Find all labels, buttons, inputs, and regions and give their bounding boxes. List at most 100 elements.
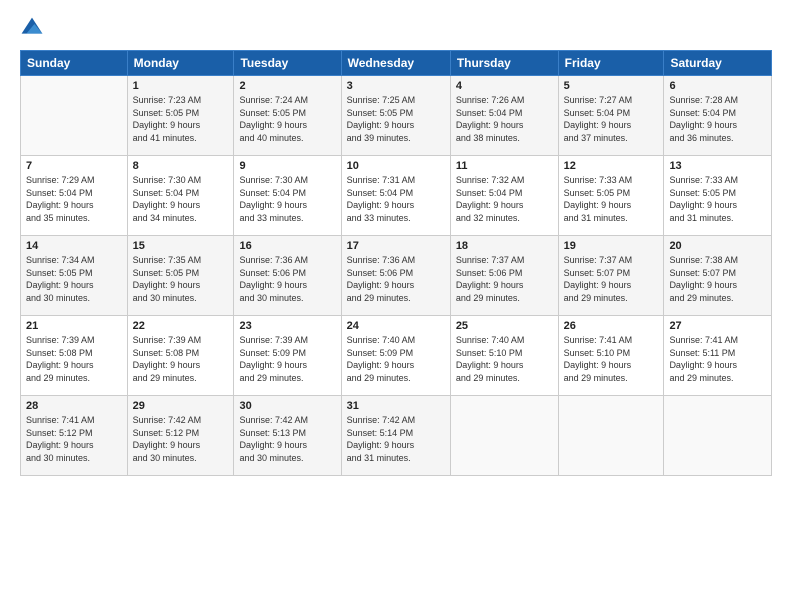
day-number: 1 xyxy=(133,80,229,92)
calendar-cell xyxy=(664,396,772,476)
day-number: 30 xyxy=(239,400,335,412)
day-number: 19 xyxy=(564,240,659,252)
day-info: Sunrise: 7:30 AM Sunset: 5:04 PM Dayligh… xyxy=(133,174,229,224)
day-info: Sunrise: 7:42 AM Sunset: 5:13 PM Dayligh… xyxy=(239,414,335,464)
day-number: 9 xyxy=(239,160,335,172)
day-info: Sunrise: 7:27 AM Sunset: 5:04 PM Dayligh… xyxy=(564,94,659,144)
day-number: 8 xyxy=(133,160,229,172)
calendar-cell: 1 Sunrise: 7:23 AM Sunset: 5:05 PM Daylig… xyxy=(127,76,234,156)
day-info: Sunrise: 7:40 AM Sunset: 5:09 PM Dayligh… xyxy=(347,334,445,384)
day-info: Sunrise: 7:42 AM Sunset: 5:14 PM Dayligh… xyxy=(347,414,445,464)
calendar-cell: 28Sunrise: 7:41 AM Sunset: 5:12 PM Dayli… xyxy=(21,396,128,476)
calendar-cell: 26Sunrise: 7:41 AM Sunset: 5:10 PM Dayli… xyxy=(558,316,664,396)
calendar-cell: 7 Sunrise: 7:29 AM Sunset: 5:04 PM Daylig… xyxy=(21,156,128,236)
calendar-cell: 14Sunrise: 7:34 AM Sunset: 5:05 PM Dayli… xyxy=(21,236,128,316)
day-info: Sunrise: 7:39 AM Sunset: 5:08 PM Dayligh… xyxy=(26,334,122,384)
day-number: 24 xyxy=(347,320,445,332)
day-number: 5 xyxy=(564,80,659,92)
day-info: Sunrise: 7:40 AM Sunset: 5:10 PM Dayligh… xyxy=(456,334,553,384)
day-info: Sunrise: 7:29 AM Sunset: 5:04 PM Dayligh… xyxy=(26,174,122,224)
day-info: Sunrise: 7:37 AM Sunset: 5:07 PM Dayligh… xyxy=(564,254,659,304)
day-info: Sunrise: 7:38 AM Sunset: 5:07 PM Dayligh… xyxy=(669,254,766,304)
day-number: 6 xyxy=(669,80,766,92)
day-number: 2 xyxy=(239,80,335,92)
day-info: Sunrise: 7:25 AM Sunset: 5:05 PM Dayligh… xyxy=(347,94,445,144)
day-info: Sunrise: 7:37 AM Sunset: 5:06 PM Dayligh… xyxy=(456,254,553,304)
calendar-cell: 27Sunrise: 7:41 AM Sunset: 5:11 PM Dayli… xyxy=(664,316,772,396)
calendar-cell: 4Sunrise: 7:26 AM Sunset: 5:04 PM Daylig… xyxy=(450,76,558,156)
col-header-tuesday: Tuesday xyxy=(234,51,341,76)
calendar-cell: 29 Sunrise: 7:42 AM Sunset: 5:12 PM Dayli… xyxy=(127,396,234,476)
calendar-week-4: 21 Sunrise: 7:39 AM Sunset: 5:08 PM Dayli… xyxy=(21,316,772,396)
day-number: 23 xyxy=(239,320,335,332)
day-info: Sunrise: 7:31 AM Sunset: 5:04 PM Dayligh… xyxy=(347,174,445,224)
col-header-monday: Monday xyxy=(127,51,234,76)
day-number: 26 xyxy=(564,320,659,332)
calendar-table: SundayMondayTuesdayWednesdayThursdayFrid… xyxy=(20,50,772,476)
day-number: 16 xyxy=(239,240,335,252)
day-number: 10 xyxy=(347,160,445,172)
day-info: Sunrise: 7:32 AM Sunset: 5:04 PM Dayligh… xyxy=(456,174,553,224)
calendar-week-5: 28Sunrise: 7:41 AM Sunset: 5:12 PM Dayli… xyxy=(21,396,772,476)
day-number: 25 xyxy=(456,320,553,332)
col-header-friday: Friday xyxy=(558,51,664,76)
calendar-cell: 9 Sunrise: 7:30 AM Sunset: 5:04 PM Daylig… xyxy=(234,156,341,236)
day-info: Sunrise: 7:36 AM Sunset: 5:06 PM Dayligh… xyxy=(347,254,445,304)
calendar-cell: 17 Sunrise: 7:36 AM Sunset: 5:06 PM Dayli… xyxy=(341,236,450,316)
calendar-cell: 15Sunrise: 7:35 AM Sunset: 5:05 PM Dayli… xyxy=(127,236,234,316)
day-number: 21 xyxy=(26,320,122,332)
calendar-week-3: 14Sunrise: 7:34 AM Sunset: 5:05 PM Dayli… xyxy=(21,236,772,316)
calendar-week-1: 1 Sunrise: 7:23 AM Sunset: 5:05 PM Daylig… xyxy=(21,76,772,156)
day-info: Sunrise: 7:28 AM Sunset: 5:04 PM Dayligh… xyxy=(669,94,766,144)
day-info: Sunrise: 7:33 AM Sunset: 5:05 PM Dayligh… xyxy=(669,174,766,224)
day-number: 18 xyxy=(456,240,553,252)
day-number: 3 xyxy=(347,80,445,92)
day-number: 11 xyxy=(456,160,553,172)
day-number: 14 xyxy=(26,240,122,252)
calendar-cell: 11 Sunrise: 7:32 AM Sunset: 5:04 PM Dayli… xyxy=(450,156,558,236)
day-number: 20 xyxy=(669,240,766,252)
calendar-week-2: 7 Sunrise: 7:29 AM Sunset: 5:04 PM Daylig… xyxy=(21,156,772,236)
day-number: 27 xyxy=(669,320,766,332)
col-header-wednesday: Wednesday xyxy=(341,51,450,76)
calendar-cell: 13 Sunrise: 7:33 AM Sunset: 5:05 PM Dayli… xyxy=(664,156,772,236)
day-info: Sunrise: 7:39 AM Sunset: 5:09 PM Dayligh… xyxy=(239,334,335,384)
day-number: 17 xyxy=(347,240,445,252)
calendar-cell: 20 Sunrise: 7:38 AM Sunset: 5:07 PM Dayli… xyxy=(664,236,772,316)
calendar-cell: 6 Sunrise: 7:28 AM Sunset: 5:04 PM Daylig… xyxy=(664,76,772,156)
col-header-saturday: Saturday xyxy=(664,51,772,76)
logo xyxy=(20,16,48,40)
calendar-cell xyxy=(558,396,664,476)
calendar-cell: 12 Sunrise: 7:33 AM Sunset: 5:05 PM Dayli… xyxy=(558,156,664,236)
day-info: Sunrise: 7:33 AM Sunset: 5:05 PM Dayligh… xyxy=(564,174,659,224)
page: SundayMondayTuesdayWednesdayThursdayFrid… xyxy=(0,0,792,612)
calendar-cell xyxy=(450,396,558,476)
day-info: Sunrise: 7:39 AM Sunset: 5:08 PM Dayligh… xyxy=(133,334,229,384)
calendar-cell: 18 Sunrise: 7:37 AM Sunset: 5:06 PM Dayli… xyxy=(450,236,558,316)
day-info: Sunrise: 7:23 AM Sunset: 5:05 PM Dayligh… xyxy=(133,94,229,144)
day-number: 12 xyxy=(564,160,659,172)
calendar-cell: 23 Sunrise: 7:39 AM Sunset: 5:09 PM Dayli… xyxy=(234,316,341,396)
calendar-cell xyxy=(21,76,128,156)
calendar-cell: 31Sunrise: 7:42 AM Sunset: 5:14 PM Dayli… xyxy=(341,396,450,476)
day-info: Sunrise: 7:42 AM Sunset: 5:12 PM Dayligh… xyxy=(133,414,229,464)
logo-icon xyxy=(20,16,44,40)
col-header-sunday: Sunday xyxy=(21,51,128,76)
calendar-header-row: SundayMondayTuesdayWednesdayThursdayFrid… xyxy=(21,51,772,76)
day-number: 7 xyxy=(26,160,122,172)
calendar-cell: 10 Sunrise: 7:31 AM Sunset: 5:04 PM Dayli… xyxy=(341,156,450,236)
day-info: Sunrise: 7:36 AM Sunset: 5:06 PM Dayligh… xyxy=(239,254,335,304)
day-number: 13 xyxy=(669,160,766,172)
day-number: 28 xyxy=(26,400,122,412)
day-info: Sunrise: 7:24 AM Sunset: 5:05 PM Dayligh… xyxy=(239,94,335,144)
calendar-cell: 8 Sunrise: 7:30 AM Sunset: 5:04 PM Daylig… xyxy=(127,156,234,236)
calendar-cell: 16 Sunrise: 7:36 AM Sunset: 5:06 PM Dayli… xyxy=(234,236,341,316)
calendar-cell: 5 Sunrise: 7:27 AM Sunset: 5:04 PM Daylig… xyxy=(558,76,664,156)
calendar-cell: 30 Sunrise: 7:42 AM Sunset: 5:13 PM Dayli… xyxy=(234,396,341,476)
day-number: 4 xyxy=(456,80,553,92)
day-info: Sunrise: 7:30 AM Sunset: 5:04 PM Dayligh… xyxy=(239,174,335,224)
day-info: Sunrise: 7:35 AM Sunset: 5:05 PM Dayligh… xyxy=(133,254,229,304)
calendar-cell: 19 Sunrise: 7:37 AM Sunset: 5:07 PM Dayli… xyxy=(558,236,664,316)
day-number: 29 xyxy=(133,400,229,412)
calendar-cell: 21 Sunrise: 7:39 AM Sunset: 5:08 PM Dayli… xyxy=(21,316,128,396)
